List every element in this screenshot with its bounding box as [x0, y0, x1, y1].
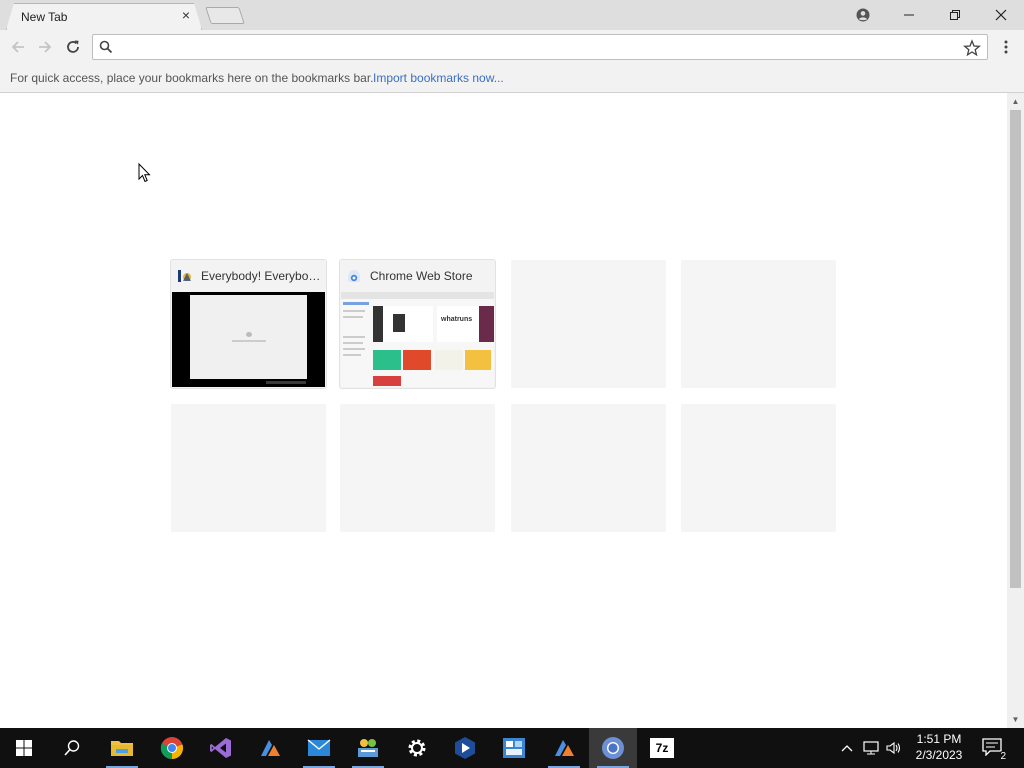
taskbar-settings[interactable] [393, 728, 441, 768]
empty-tile [171, 404, 326, 532]
minimize-icon [904, 14, 914, 16]
taskbar-7zip[interactable]: 7z [638, 728, 686, 768]
network-app-icon [358, 739, 378, 757]
volume-icon[interactable] [885, 739, 903, 757]
taskbar-search-button[interactable] [48, 728, 96, 768]
clock-date: 2/3/2023 [915, 748, 963, 762]
video-app-icon [455, 737, 475, 759]
vertical-scrollbar[interactable]: ▲ ▼ [1007, 93, 1024, 728]
search-icon [64, 740, 80, 756]
empty-tile [511, 404, 666, 532]
whatruns-thumb-label: whatruns [437, 306, 479, 342]
taskbar-visual-studio[interactable] [197, 728, 245, 768]
taskbar-file-explorer[interactable] [98, 728, 146, 768]
import-bookmarks-link[interactable]: Import bookmarks now... [373, 71, 504, 85]
visual-studio-icon [210, 738, 231, 758]
taskbar-app-2[interactable] [540, 728, 588, 768]
address-input[interactable] [121, 38, 951, 56]
taskbar-dashboard-app[interactable] [490, 728, 538, 768]
tile-title: Everybody! Everybody! [201, 269, 323, 283]
empty-tile [681, 260, 836, 388]
scroll-down-icon[interactable]: ▼ [1011, 715, 1020, 724]
reload-button[interactable] [62, 36, 84, 58]
tab-new-tab[interactable]: New Tab × [6, 3, 202, 30]
empty-tile [511, 260, 666, 388]
back-button[interactable] [7, 36, 29, 58]
restore-button[interactable] [932, 0, 978, 30]
start-button[interactable] [0, 728, 48, 768]
new-tab-button[interactable] [205, 7, 245, 24]
clock-time: 1:51 PM [916, 732, 962, 746]
tab-close-button[interactable]: × [179, 8, 193, 22]
close-icon [995, 9, 1007, 21]
most-visited-tile[interactable]: Chrome Web Store whatruns [340, 260, 495, 388]
taskbar-network-app[interactable] [344, 728, 392, 768]
close-window-button[interactable] [978, 0, 1024, 30]
taskbar-chromium[interactable] [589, 728, 637, 768]
chromium-icon [602, 737, 624, 759]
tile-header: Chrome Web Store [340, 260, 495, 292]
mail-icon [307, 739, 331, 756]
forward-arrow-icon [39, 41, 52, 53]
file-explorer-icon [111, 741, 133, 756]
bookmarks-bar: For quick access, place your bookmarks h… [0, 64, 1024, 93]
back-arrow-icon [11, 41, 24, 53]
mouse-pointer-icon [138, 163, 151, 183]
bookmarks-bar-message: For quick access, place your bookmarks h… [10, 71, 374, 85]
scrollbar-thumb[interactable] [1010, 110, 1021, 588]
taskbar-mail[interactable] [295, 728, 343, 768]
bookmark-star-icon[interactable] [963, 39, 981, 57]
chrome-web-store-icon [348, 270, 360, 282]
new-tab-page: Everybody! Everybody! Chrome Web Store w… [0, 93, 1007, 728]
tile-thumbnail [172, 292, 325, 387]
tile-thumbnail: whatruns [341, 292, 494, 387]
windows-start-icon [16, 740, 32, 756]
reload-icon [67, 40, 79, 53]
tab-strip: New Tab × [0, 0, 1024, 30]
dashboard-app-icon [503, 738, 525, 758]
app-icon [261, 740, 280, 756]
scroll-up-icon[interactable]: ▲ [1011, 97, 1020, 106]
restore-icon [950, 10, 960, 20]
profile-button[interactable] [840, 0, 886, 30]
chrome-icon [160, 737, 184, 760]
site-favicon-icon [178, 270, 191, 282]
empty-tile [340, 404, 495, 532]
most-visited-tile[interactable]: Everybody! Everybody! [171, 260, 326, 388]
action-center-button[interactable]: 2 [982, 738, 1008, 762]
windows-taskbar: 7z 1:51 PM 2/3/2023 2 [0, 728, 1024, 768]
taskbar-video-app[interactable] [441, 728, 489, 768]
taskbar-app[interactable] [246, 728, 294, 768]
empty-tile [681, 404, 836, 532]
forward-button[interactable] [34, 36, 56, 58]
search-icon [99, 40, 113, 54]
notification-count-badge: 2 [998, 751, 1008, 762]
tile-header: Everybody! Everybody! [171, 260, 326, 292]
taskbar-clock[interactable]: 1:51 PM 2/3/2023 [912, 731, 966, 763]
kebab-menu-icon [1004, 40, 1008, 54]
chrome-menu-button[interactable] [996, 36, 1016, 58]
profile-icon [856, 8, 870, 22]
tab-title: New Tab [21, 10, 68, 24]
address-bar[interactable] [92, 34, 988, 60]
show-hidden-icons-chevron-up-icon[interactable] [838, 739, 856, 757]
network-icon[interactable] [862, 739, 880, 757]
tile-title: Chrome Web Store [370, 269, 473, 283]
toolbar [0, 30, 1024, 64]
app-icon-2 [555, 740, 574, 756]
minimize-button[interactable] [886, 0, 932, 30]
7zip-icon: 7z [650, 738, 674, 758]
taskbar-chrome[interactable] [148, 728, 196, 768]
settings-gear-icon [408, 739, 426, 757]
